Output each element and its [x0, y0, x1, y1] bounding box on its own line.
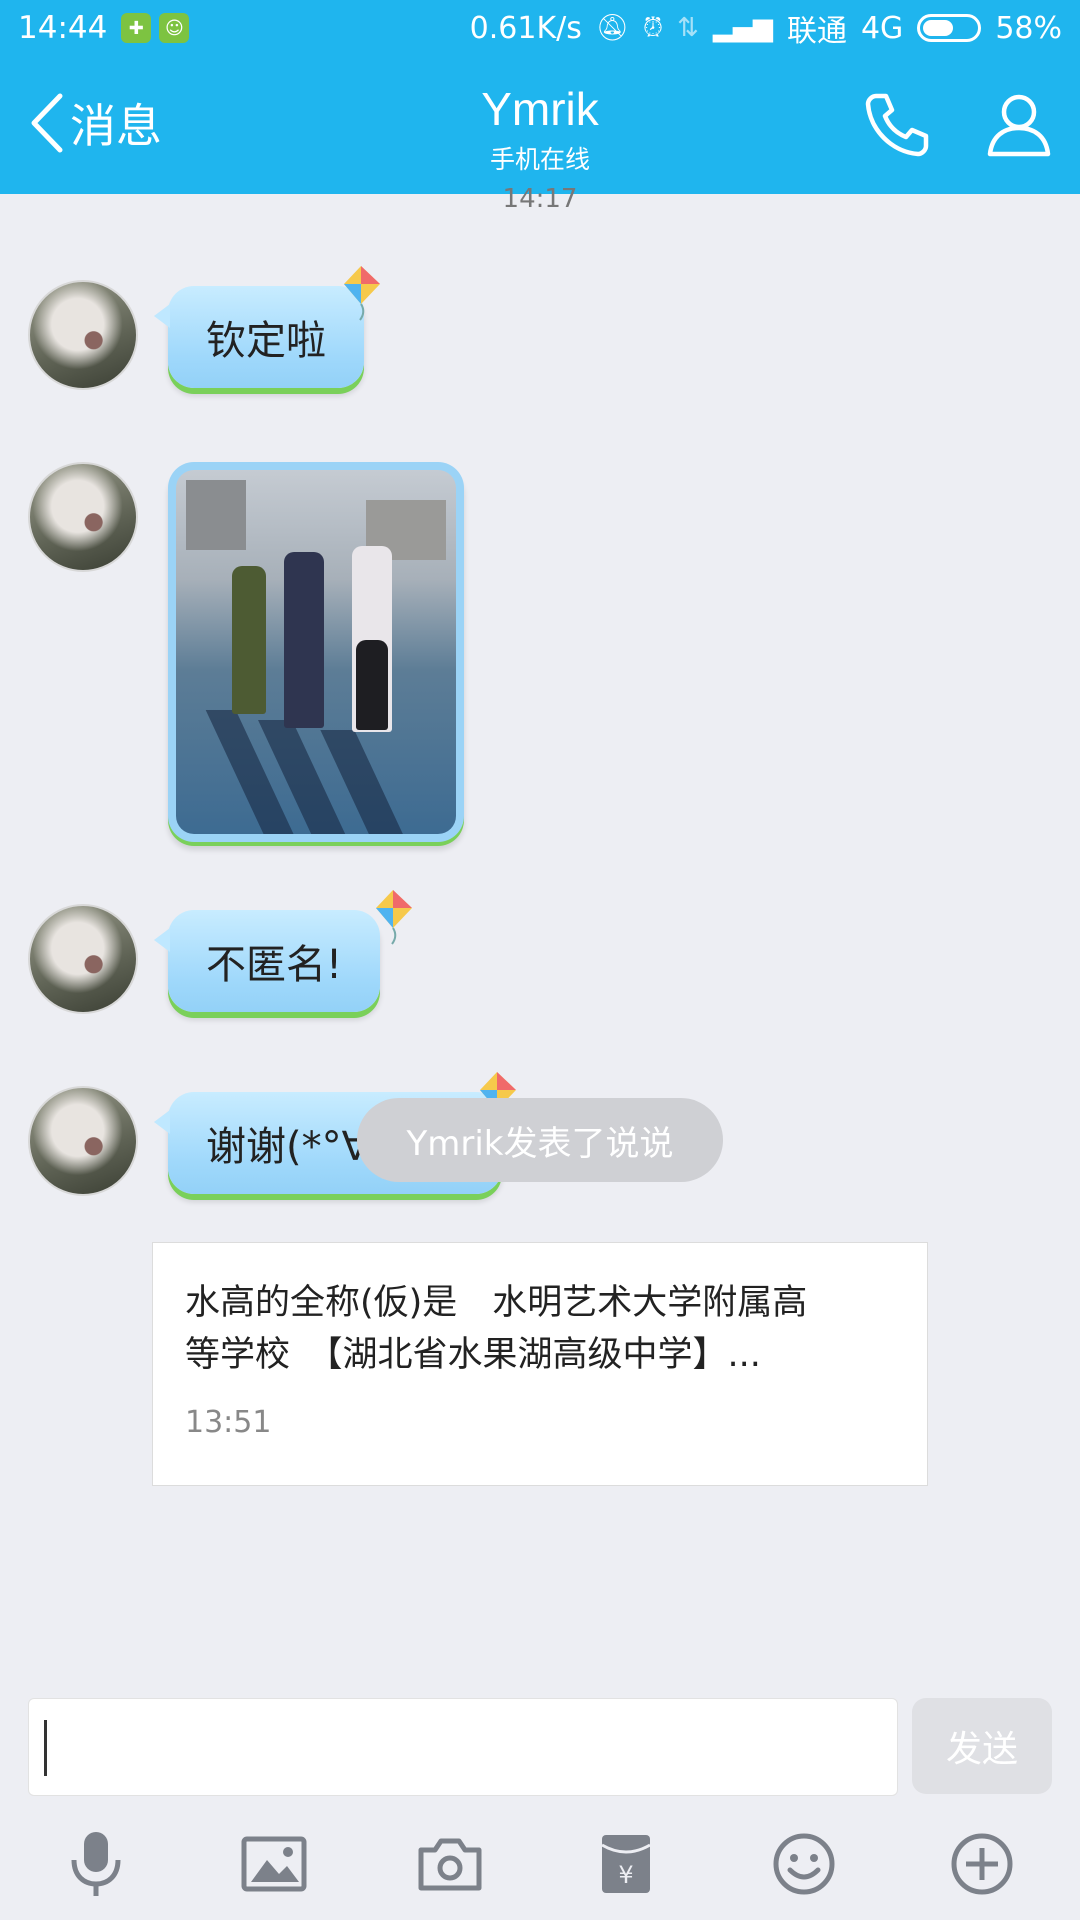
- android-icon: ☺: [159, 13, 190, 43]
- text-caret: [44, 1720, 47, 1776]
- input-bar: 发送 ¥: [0, 1694, 1080, 1920]
- system-notice[interactable]: Ymrik发表了说说: [357, 1098, 723, 1182]
- microphone-icon: [71, 1832, 121, 1896]
- image-picker-button[interactable]: [234, 1824, 314, 1904]
- phone-icon: [865, 93, 929, 157]
- shared-post-card[interactable]: 水高的全称(仮)是 水明艺术大学附属高 等学校 【湖北省水果湖高级中学】... …: [152, 1242, 928, 1486]
- carrier-name: 联通: [786, 14, 847, 49]
- camera-button[interactable]: [410, 1824, 490, 1904]
- voice-button[interactable]: [56, 1824, 136, 1904]
- camera-icon: [418, 1838, 482, 1891]
- image-message[interactable]: [168, 462, 464, 842]
- emoji-icon: [773, 1833, 835, 1895]
- shared-photo: [176, 470, 456, 834]
- alarm-icon: ⏰︎: [642, 12, 664, 43]
- battery-icon: [917, 14, 982, 42]
- photo-building: [186, 480, 246, 550]
- message-text: 钦定啦: [206, 318, 326, 364]
- photo-person: [232, 566, 266, 714]
- battery-percent: 58%: [995, 10, 1062, 46]
- signal-icon: ▂▄▆: [712, 13, 773, 43]
- message-bubble[interactable]: 钦定啦: [154, 286, 364, 388]
- red-packet-button[interactable]: ¥: [586, 1824, 666, 1904]
- battery-fill: [923, 20, 954, 36]
- contact-avatar[interactable]: [28, 462, 138, 572]
- contact-avatar[interactable]: [28, 280, 138, 390]
- message-bubble[interactable]: 不匿名!: [153, 910, 381, 1012]
- status-time: 14:44: [18, 10, 108, 46]
- chat-header: 消息 Ymrik 手机在线: [0, 56, 1080, 194]
- kite-icon: [376, 890, 412, 945]
- photo-person: [356, 640, 388, 730]
- profile-button[interactable]: [984, 90, 1054, 164]
- message-text: 不匿名!: [206, 942, 343, 988]
- post-time: 13:51: [185, 1405, 272, 1440]
- status-right: 0.61K/s 🔕︎ ⏰︎ ⇅ ▂▄▆ 联通 4G 58%: [470, 6, 1062, 50]
- contact-avatar[interactable]: [28, 1086, 138, 1196]
- red-packet-icon: ¥: [601, 1835, 651, 1893]
- network-speed: 0.61K/s: [469, 10, 582, 46]
- system-notice-text: Ymrik发表了说说: [406, 1123, 674, 1164]
- post-line: 等学校 【湖北省水果湖高级中学】...: [185, 1335, 761, 1375]
- data-arrows-icon: ⇅: [677, 13, 699, 43]
- network-type: 4G: [860, 10, 904, 46]
- svg-text:¥: ¥: [618, 1861, 633, 1889]
- post-text: 水高的全称(仮)是 水明艺术大学附属高 等学校 【湖北省水果湖高级中学】...: [185, 1277, 895, 1381]
- status-bar: 14:44 ✚ ☺ 0.61K/s 🔕︎ ⏰︎ ⇅ ▂▄▆ 联通 4G 58%: [0, 0, 1080, 56]
- call-button[interactable]: [862, 90, 932, 164]
- send-button[interactable]: 发送: [912, 1698, 1052, 1794]
- image-icon: [241, 1836, 307, 1892]
- plus-icon: [951, 1833, 1013, 1895]
- chat-timestamp: 14:17: [502, 184, 578, 214]
- contact-avatar[interactable]: [28, 904, 138, 1014]
- kite-icon: [344, 266, 380, 321]
- shield-icon: ✚: [121, 13, 152, 43]
- input-toolbar: ¥: [0, 1824, 1080, 1914]
- emoji-button[interactable]: [764, 1824, 844, 1904]
- mute-bell-icon: 🔕︎: [595, 13, 629, 43]
- user-icon: [987, 94, 1051, 157]
- post-line: 水高的全称(仮)是 水明艺术大学附属高: [185, 1283, 808, 1323]
- more-button[interactable]: [942, 1824, 1022, 1904]
- photo-person: [284, 552, 324, 728]
- message-input[interactable]: [28, 1698, 898, 1796]
